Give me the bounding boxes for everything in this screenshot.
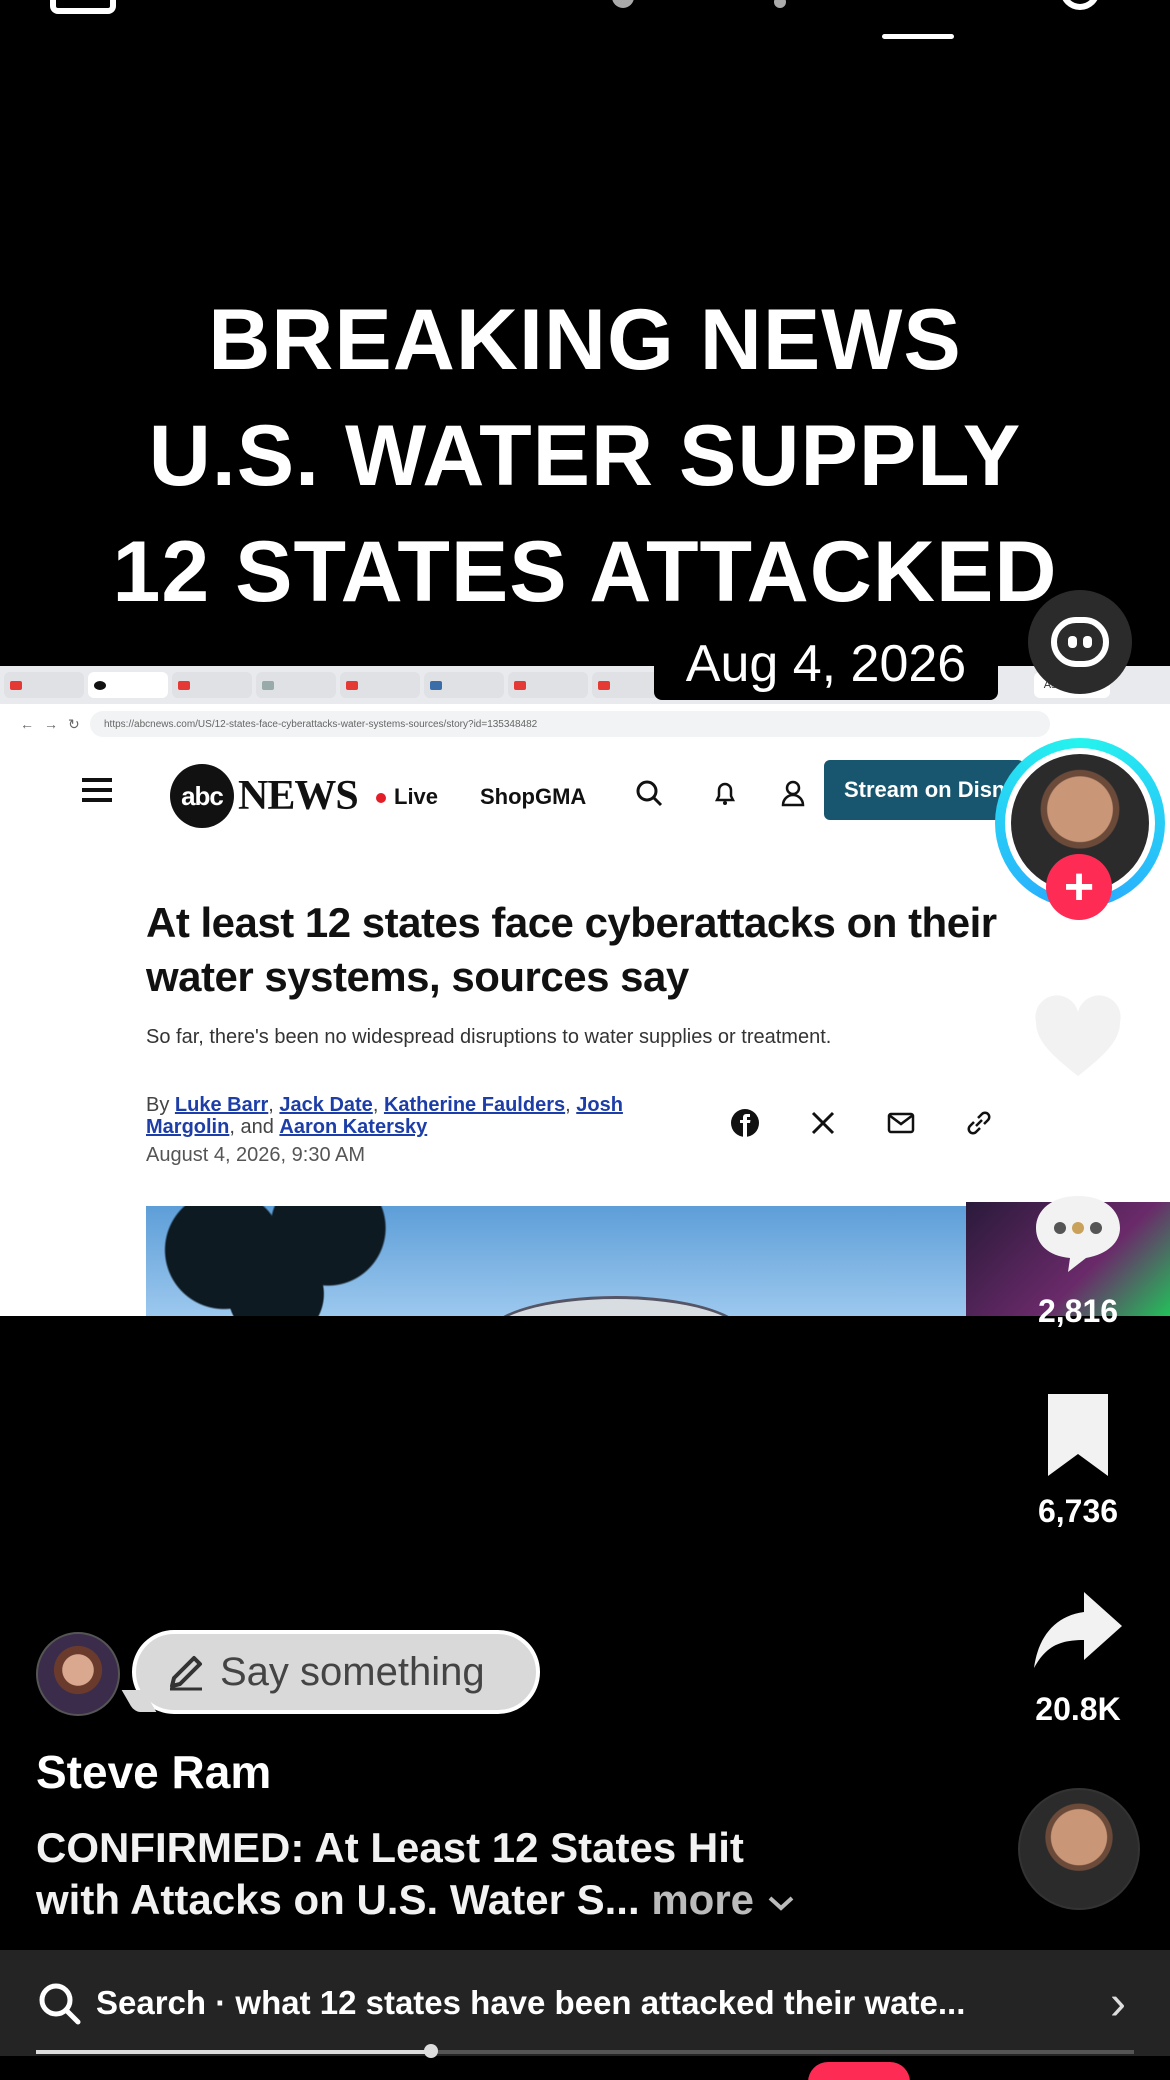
browser-tab bbox=[4, 672, 84, 698]
author-name[interactable]: Steve Ram bbox=[36, 1745, 271, 1799]
share-count: 20.8K bbox=[1035, 1691, 1121, 1727]
ai-bot-button[interactable] bbox=[1028, 590, 1132, 694]
link-icon bbox=[962, 1106, 996, 1140]
video-caption[interactable]: CONFIRMED: At Least 12 States Hit with A… bbox=[36, 1822, 936, 1926]
inbox-icon[interactable] bbox=[50, 0, 116, 14]
author-link: Katherine Faulders bbox=[383, 1094, 566, 1116]
like-count: 29.8K bbox=[1035, 1095, 1121, 1131]
active-tab-indicator bbox=[882, 34, 954, 39]
browser-tab bbox=[424, 672, 504, 698]
tree-silhouette bbox=[146, 1206, 406, 1316]
inbox-badge bbox=[808, 2062, 910, 2080]
article-byline: By Luke Barr, Jack Date, Katherine Fauld… bbox=[146, 1094, 623, 1138]
caption-line: with Attacks on U.S. Water S... bbox=[36, 1876, 640, 1923]
article-date: August 4, 2026, 9:30 AM bbox=[146, 1144, 366, 1166]
sound-disc-button[interactable] bbox=[1018, 1788, 1140, 1910]
headline-line: U.S. WATER SUPPLY bbox=[148, 408, 1022, 504]
related-search-bar[interactable]: Search · what 12 states have been attack… bbox=[0, 1950, 1170, 2056]
author-link: Aaron Katersky bbox=[279, 1116, 428, 1138]
abc-logo: abc bbox=[170, 764, 234, 828]
browser-tab bbox=[508, 672, 588, 698]
x-icon bbox=[806, 1106, 840, 1140]
browser-tab-active bbox=[88, 672, 168, 698]
chevron-down-icon bbox=[768, 1896, 794, 1911]
user-icon bbox=[781, 780, 805, 807]
comment-button[interactable]: 2,816 bbox=[1008, 1188, 1148, 1330]
bookmark-icon bbox=[1048, 1394, 1108, 1476]
byline-prefix: By bbox=[146, 1094, 170, 1116]
heart-icon bbox=[1035, 995, 1121, 1076]
say-something-button[interactable]: Say something bbox=[132, 1630, 540, 1714]
facebook-icon bbox=[728, 1106, 762, 1140]
browser-tab bbox=[172, 672, 252, 698]
headline-line: 12 STATES ATTACKED bbox=[112, 524, 1058, 620]
browser-url: https://abcnews.com/US/12-states-face-cy… bbox=[90, 711, 1050, 737]
bookmark-button[interactable]: 6,736 bbox=[1008, 1388, 1148, 1530]
sound-disc-image bbox=[1020, 1790, 1138, 1908]
video-progress-knob[interactable] bbox=[424, 2044, 438, 2058]
date-overlay: Aug 4, 2026 bbox=[654, 628, 998, 700]
comment-count: 2,816 bbox=[1037, 1293, 1119, 1329]
water-tank-shape bbox=[486, 1296, 746, 1316]
shopgma-link: ShopGMA bbox=[480, 784, 587, 809]
bookmark-count: 6,736 bbox=[1037, 1493, 1119, 1529]
share-button[interactable]: 20.8K bbox=[1008, 1586, 1148, 1728]
share-arrow-icon bbox=[1034, 1592, 1122, 1668]
caption-line-2: with Attacks on U.S. Water S... more bbox=[36, 1874, 936, 1926]
browser-nav-icons: ←→↻ bbox=[20, 715, 90, 732]
search-icon[interactable] bbox=[1060, 0, 1100, 10]
author-link: Luke Barr bbox=[174, 1094, 269, 1116]
say-something-label: Say something bbox=[220, 1649, 485, 1694]
stream-on-disney-button: Stream on Disney+ bbox=[824, 760, 1024, 820]
chevron-right-icon: › bbox=[1110, 1976, 1126, 2030]
browser-tab bbox=[340, 672, 420, 698]
top-tab-fragment[interactable] bbox=[774, 0, 786, 8]
top-tab-fragment[interactable] bbox=[612, 0, 634, 8]
author-link: Jack Date bbox=[279, 1094, 373, 1116]
headline-line: BREAKING NEWS bbox=[208, 292, 962, 388]
bell-icon bbox=[714, 782, 736, 805]
article-subtitle: So far, there's been no widespread disru… bbox=[146, 1026, 832, 1048]
video-browser-screenshot: Ask Gemini ←→↻ https://abcnews.com/US/12… bbox=[0, 666, 1170, 1316]
caption-line: CONFIRMED: At Least 12 States Hit bbox=[36, 1824, 744, 1871]
article-photo bbox=[146, 1206, 966, 1316]
site-search-icon bbox=[636, 780, 663, 807]
like-button[interactable]: 29.8K bbox=[1008, 990, 1148, 1132]
video-headline: BREAKING NEWS U.S. WATER SUPPLY 12 STATE… bbox=[0, 282, 1170, 630]
hamburger-menu-icon bbox=[82, 778, 112, 802]
browser-urlbar: ←→↻ https://abcnews.com/US/12-states-fac… bbox=[0, 704, 1170, 744]
pencil-icon bbox=[170, 1656, 202, 1691]
article-title: At least 12 states face cyberattacks on … bbox=[146, 899, 997, 1000]
mail-icon bbox=[884, 1106, 918, 1140]
byline-and: , and bbox=[229, 1116, 274, 1138]
browser-tab bbox=[256, 672, 336, 698]
more-toggle[interactable]: more bbox=[651, 1876, 754, 1923]
follow-plus-button[interactable]: + bbox=[1046, 854, 1112, 920]
commenter-avatar[interactable] bbox=[36, 1632, 120, 1716]
ai-bot-icon bbox=[1051, 617, 1109, 667]
search-icon bbox=[39, 1983, 81, 2025]
abc-news-wordmark: NEWS bbox=[238, 773, 359, 819]
related-search-text: Search · what 12 states have been attack… bbox=[96, 1984, 966, 2021]
live-link: Live bbox=[376, 784, 438, 810]
comment-icon bbox=[1036, 1196, 1120, 1272]
video-progress-fill bbox=[36, 2050, 431, 2054]
